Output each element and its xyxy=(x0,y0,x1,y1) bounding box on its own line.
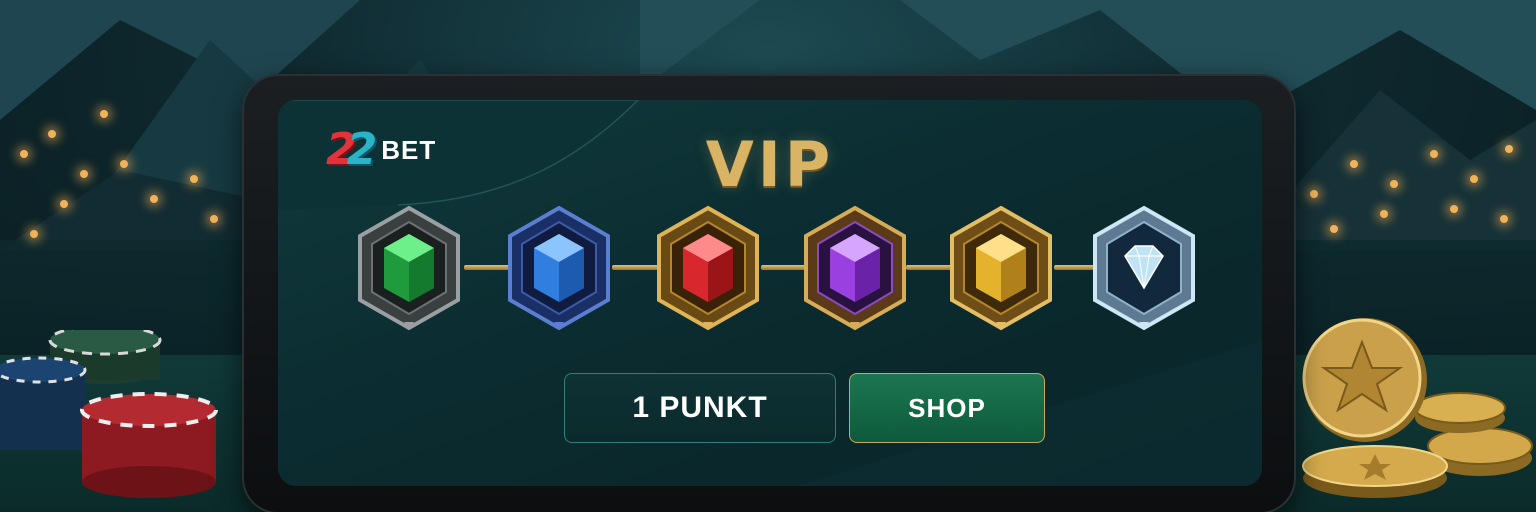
vip-tier-2[interactable] xyxy=(504,204,614,332)
red-gem-icon xyxy=(657,205,759,331)
shop-button[interactable]: SHOP xyxy=(849,373,1045,443)
tier-connector xyxy=(1054,265,1094,270)
vip-tier-5[interactable] xyxy=(946,204,1056,332)
tablet-device: 22 BET VIP 1 PUNKT SHOP xyxy=(244,76,1294,512)
gold-coins-icon xyxy=(1302,318,1533,498)
tier-connector xyxy=(612,265,658,270)
diamond-icon xyxy=(1093,205,1195,331)
gold-gem-icon xyxy=(950,205,1052,331)
points-balance-button[interactable]: 1 PUNKT xyxy=(564,373,836,443)
vip-tier-4[interactable] xyxy=(800,204,910,332)
vip-tier-1[interactable] xyxy=(354,204,464,332)
green-gem-icon xyxy=(358,205,460,331)
poker-chips-icon xyxy=(0,330,218,498)
vip-tier-track: 1 PUNKT SHOP xyxy=(244,76,1228,462)
purple-gem-icon xyxy=(804,205,906,331)
blue-gem-icon xyxy=(508,205,610,331)
vip-tier-6[interactable] xyxy=(1089,204,1199,332)
vip-tier-3[interactable] xyxy=(653,204,763,332)
